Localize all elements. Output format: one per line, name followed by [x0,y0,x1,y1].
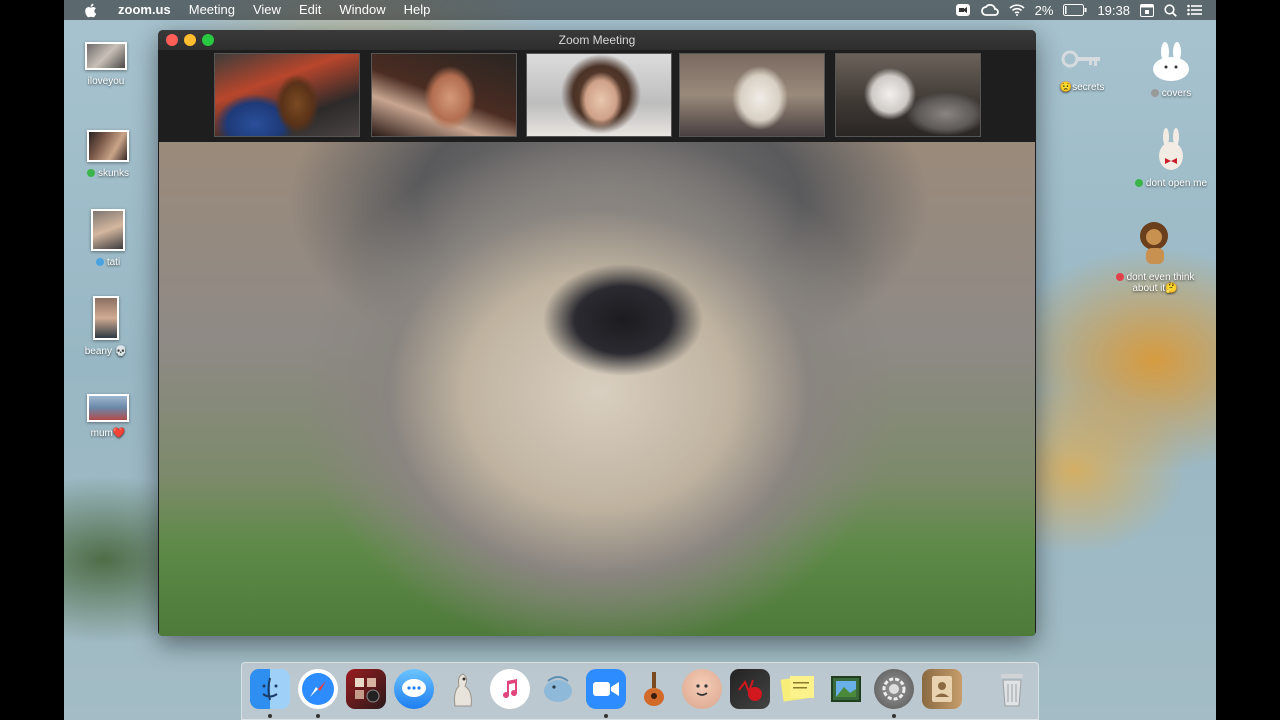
zoom-icon[interactable] [586,669,626,709]
bunny-icon [1147,42,1195,82]
participant-video-terrier[interactable] [679,53,825,137]
bunny-bowtie-icon [1151,128,1191,172]
apple-logo-icon[interactable] [80,3,100,18]
running-indicator [316,714,320,718]
preview-icon[interactable] [826,669,866,709]
stickies-icon[interactable] [778,669,818,709]
sequel-pro-icon[interactable] [538,669,578,709]
file-thumbnail [93,296,119,340]
clock[interactable]: 19:38 [1097,3,1130,18]
active-speaker-video[interactable] [159,142,1035,636]
color-tag [1134,179,1143,187]
system-preferences-icon[interactable] [874,669,914,709]
menu-help[interactable]: Help [395,0,440,20]
calendar-icon[interactable] [1140,3,1154,17]
wifi-icon[interactable] [1009,4,1025,16]
desktop-item-label: dont open me [1145,178,1208,189]
participant-strip [158,50,1036,142]
scrobbles-icon[interactable] [730,669,770,709]
zoom-meeting-window: Zoom Meeting [158,30,1036,636]
desktop-item-iloveyou[interactable]: iloveyou [66,42,146,87]
messages-icon[interactable] [394,669,434,709]
dock [241,662,1039,720]
participant-video-husky[interactable] [835,53,981,137]
file-thumbnail [91,209,125,251]
window-titlebar[interactable]: Zoom Meeting [158,30,1036,50]
desktop-item-skunks[interactable]: skunks [68,130,148,179]
color-tag [86,169,95,177]
desktop-item-label: skunks [97,168,130,179]
desktop-item-label: mum❤️ [90,428,126,439]
photo-booth-icon[interactable] [346,669,386,709]
menu-bar: zoom.us Meeting View Edit Window Help 2%… [64,0,1216,20]
key-icon [1058,42,1106,76]
desktop-item-covers[interactable]: covers [1131,42,1211,99]
lion-icon [1132,218,1178,266]
battery-percent: 2% [1034,2,1054,18]
menu-window[interactable]: Window [330,0,394,20]
desktop-item-mum[interactable]: mum❤️ [68,394,148,439]
menu-view[interactable]: View [244,0,290,20]
menu-meeting[interactable]: Meeting [180,0,244,20]
menu-edit[interactable]: Edit [290,0,330,20]
color-tag [1150,89,1159,97]
emoji-tag: 🤔 [1165,283,1178,294]
desktop-item-label: covers [1161,88,1192,99]
face-app-icon[interactable] [682,669,722,709]
desktop-item-beany[interactable]: beany 💀 [66,296,146,357]
file-thumbnail [87,394,129,422]
color-tag [95,258,104,266]
desktop-item-dont-open-me[interactable]: dont open me [1121,128,1216,189]
desktop-item-label: dont even think about it [1126,272,1195,294]
safari-icon[interactable] [298,669,338,709]
participant-video-dachshund[interactable] [214,53,360,137]
creative-cloud-icon[interactable] [980,3,999,17]
desktop-item-label: secrets [1072,82,1105,93]
desktop-item-dont-even-think-about-it[interactable]: dont even think about it🤔 [1105,218,1205,294]
garageband-icon[interactable] [634,669,674,709]
search-icon[interactable] [1164,3,1177,17]
finder-icon[interactable] [250,669,290,709]
zoom-status-icon[interactable] [955,3,971,17]
participant-video-woman[interactable] [526,53,672,137]
desktop-item-label: tati [106,257,121,268]
desktop-item-tati[interactable]: tati [68,209,148,268]
notification-center-icon[interactable] [1187,4,1202,16]
trash-icon[interactable] [992,669,1032,709]
participant-video-man[interactable] [371,53,517,137]
battery-icon[interactable] [1063,4,1087,16]
window-title: Zoom Meeting [558,33,636,47]
menu-app-name[interactable]: zoom.us [116,0,180,20]
kangaroo-app-icon[interactable] [442,669,482,709]
desktop-item-label: iloveyou [87,76,125,87]
running-indicator [892,714,896,718]
color-tag [1115,273,1124,281]
desktop-item-secrets[interactable]: 😟secrets [1042,42,1122,93]
file-thumbnail [87,130,129,162]
itunes-icon[interactable] [490,669,530,709]
running-indicator [268,714,272,718]
running-indicator [604,714,608,718]
file-thumbnail [85,42,127,70]
desktop-item-label: beany 💀 [84,346,128,357]
emoji-tag: 😟 [1059,82,1073,93]
contacts-icon[interactable] [922,669,962,709]
